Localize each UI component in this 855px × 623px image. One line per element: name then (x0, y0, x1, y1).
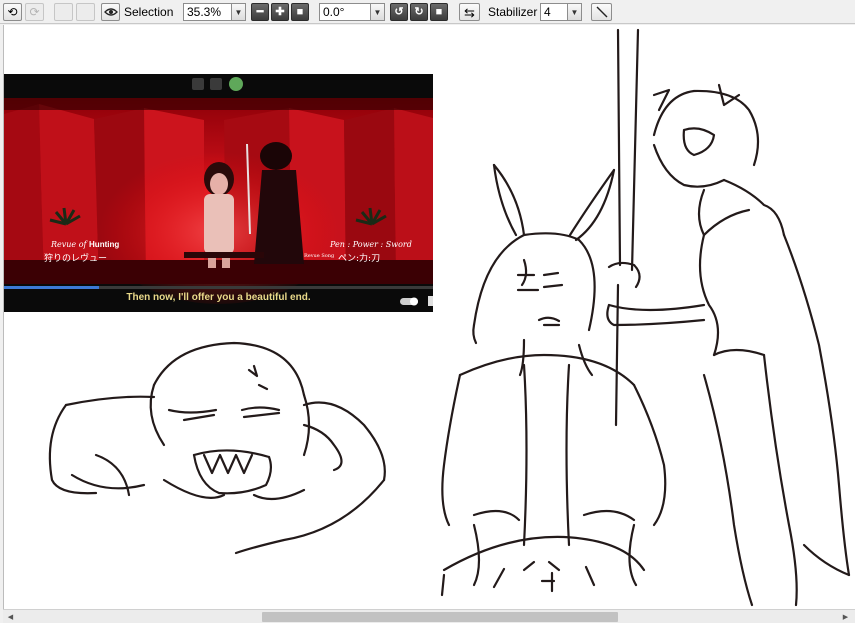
square-icon: ■ (296, 5, 304, 18)
flip-horizontal-icon: ⇆ (464, 4, 475, 20)
redo-icon: ⟳ (29, 5, 40, 19)
stabilizer-label: Stabilizer (488, 5, 538, 19)
chevron-right-icon: ▶ (842, 614, 849, 621)
zoom-dropdown[interactable]: ▼ (231, 3, 246, 21)
minus-icon: ━ (256, 5, 264, 18)
zoom-in-button[interactable]: ✚ (271, 3, 289, 21)
line-tool-button[interactable] (591, 3, 612, 21)
stabilizer-field[interactable]: 4 (540, 3, 568, 21)
sketch-bald-character (48, 341, 386, 555)
scroll-left-button[interactable]: ◀ (4, 611, 17, 623)
toolbar: ⟲ ⟳ Selection 35.3% ▼ ━ ✚ ■ 0.0° ▼ ↺ ↻ ■… (0, 0, 855, 24)
undo-button[interactable]: ⟲ (3, 3, 22, 21)
rotate-reset-button[interactable]: ■ (430, 3, 448, 21)
stabilizer-dropdown[interactable]: ▼ (567, 3, 582, 21)
rotate-right-button[interactable]: ↻ (410, 3, 428, 21)
rotation-field[interactable]: 0.0° (319, 3, 371, 21)
rotate-right-icon: ↻ (414, 5, 424, 18)
history-forward-button[interactable] (76, 3, 95, 21)
selection-label: Selection (124, 5, 174, 19)
eye-icon (103, 8, 118, 16)
chevron-down-icon: ▼ (570, 7, 579, 17)
paint-app-window: ⟲ ⟳ Selection 35.3% ▼ ━ ✚ ■ 0.0° ▼ ↺ ↻ ■… (0, 0, 855, 623)
history-back-button[interactable] (54, 3, 73, 21)
plus-icon: ✚ (275, 5, 285, 18)
sketch-bunny-character (440, 163, 667, 597)
sketch-layer (48, 28, 851, 607)
redo-button[interactable]: ⟳ (25, 3, 44, 21)
diagonal-line-icon (596, 6, 607, 18)
flip-horizontal-button[interactable]: ⇆ (459, 3, 480, 21)
sketch-sword-character (606, 28, 851, 607)
rotate-left-button[interactable]: ↺ (390, 3, 408, 21)
chevron-left-icon: ◀ (7, 614, 14, 621)
rotation-dropdown[interactable]: ▼ (370, 3, 385, 21)
rotate-left-icon: ↺ (394, 5, 404, 18)
zoom-out-button[interactable]: ━ (251, 3, 269, 21)
zoom-reset-button[interactable]: ■ (291, 3, 309, 21)
scroll-thumb[interactable] (262, 612, 618, 622)
view-toggle-button[interactable] (101, 3, 120, 21)
chevron-down-icon: ▼ (373, 7, 382, 17)
zoom-field[interactable]: 35.3% (183, 3, 232, 21)
undo-icon: ⟲ (7, 5, 18, 19)
horizontal-scrollbar[interactable]: ◀ ▶ (3, 609, 855, 623)
scroll-right-button[interactable]: ▶ (839, 611, 852, 623)
square-icon: ■ (435, 5, 443, 18)
chevron-down-icon: ▼ (234, 7, 243, 17)
drawing-canvas[interactable]: Revue of Hunting 狩りのレヴュー Pen : Power : S… (3, 25, 855, 609)
